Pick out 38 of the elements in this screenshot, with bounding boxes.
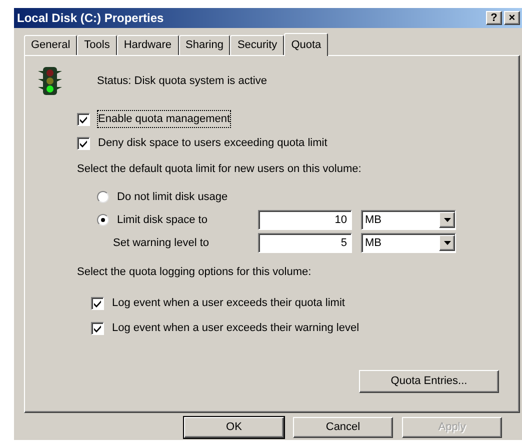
checkmark-icon bbox=[79, 114, 88, 124]
tab[interactable]: Hardware bbox=[116, 35, 179, 55]
section-heading: Select the default quota limit for new users on this volume: bbox=[77, 162, 362, 175]
close-button[interactable]: × bbox=[504, 11, 520, 25]
checkbox[interactable] bbox=[91, 322, 104, 334]
unit-dropdown[interactable]: MB bbox=[361, 210, 456, 230]
help-button[interactable]: ? bbox=[486, 11, 502, 25]
checkbox-label: Log event when a user exceeds their warning level bbox=[112, 320, 360, 336]
checkmark-icon bbox=[93, 298, 102, 308]
unit-dropdown[interactable]: MB bbox=[361, 233, 456, 253]
tab[interactable]: Security bbox=[230, 35, 284, 55]
number-field[interactable]: 5 bbox=[258, 233, 352, 253]
radio-button[interactable] bbox=[97, 214, 109, 226]
checkbox[interactable] bbox=[77, 112, 90, 126]
checkmark-icon bbox=[93, 324, 102, 332]
checkbox-label: Log event when a user exceeds their quota limit bbox=[112, 296, 345, 311]
checkbox-label: Deny disk space to users exceeding quota limit bbox=[98, 136, 328, 151]
checkbox-label: Enable quota management bbox=[98, 110, 230, 128]
caret-down-icon bbox=[444, 218, 450, 222]
checkmark-icon bbox=[79, 138, 88, 148]
tab[interactable]: Tools bbox=[77, 35, 117, 55]
tab[interactable]: Sharing bbox=[178, 35, 230, 55]
dialog-button[interactable]: Cancel bbox=[293, 417, 393, 438]
radio-label: Limit disk space to bbox=[117, 212, 208, 228]
radio-button[interactable] bbox=[97, 191, 109, 203]
number-field[interactable]: 10 bbox=[258, 210, 352, 230]
section-heading: Select the quota logging options for this volume: bbox=[77, 265, 312, 278]
checkbox[interactable] bbox=[77, 136, 90, 150]
field-label: Set warning level to bbox=[112, 236, 210, 251]
quota-entries-button[interactable]: Quota Entries... bbox=[359, 370, 499, 393]
window-title: Local Disk (C:) Properties bbox=[17, 10, 164, 27]
checkbox[interactable] bbox=[91, 296, 104, 310]
status-text: Status: Disk quota system is active bbox=[97, 74, 267, 89]
tab[interactable]: Quota bbox=[284, 33, 328, 56]
dialog-button[interactable]: OK bbox=[184, 417, 284, 438]
caret-down-icon bbox=[444, 241, 450, 245]
radio-label: Do not limit disk usage bbox=[117, 190, 228, 205]
tab[interactable]: General bbox=[24, 35, 78, 55]
